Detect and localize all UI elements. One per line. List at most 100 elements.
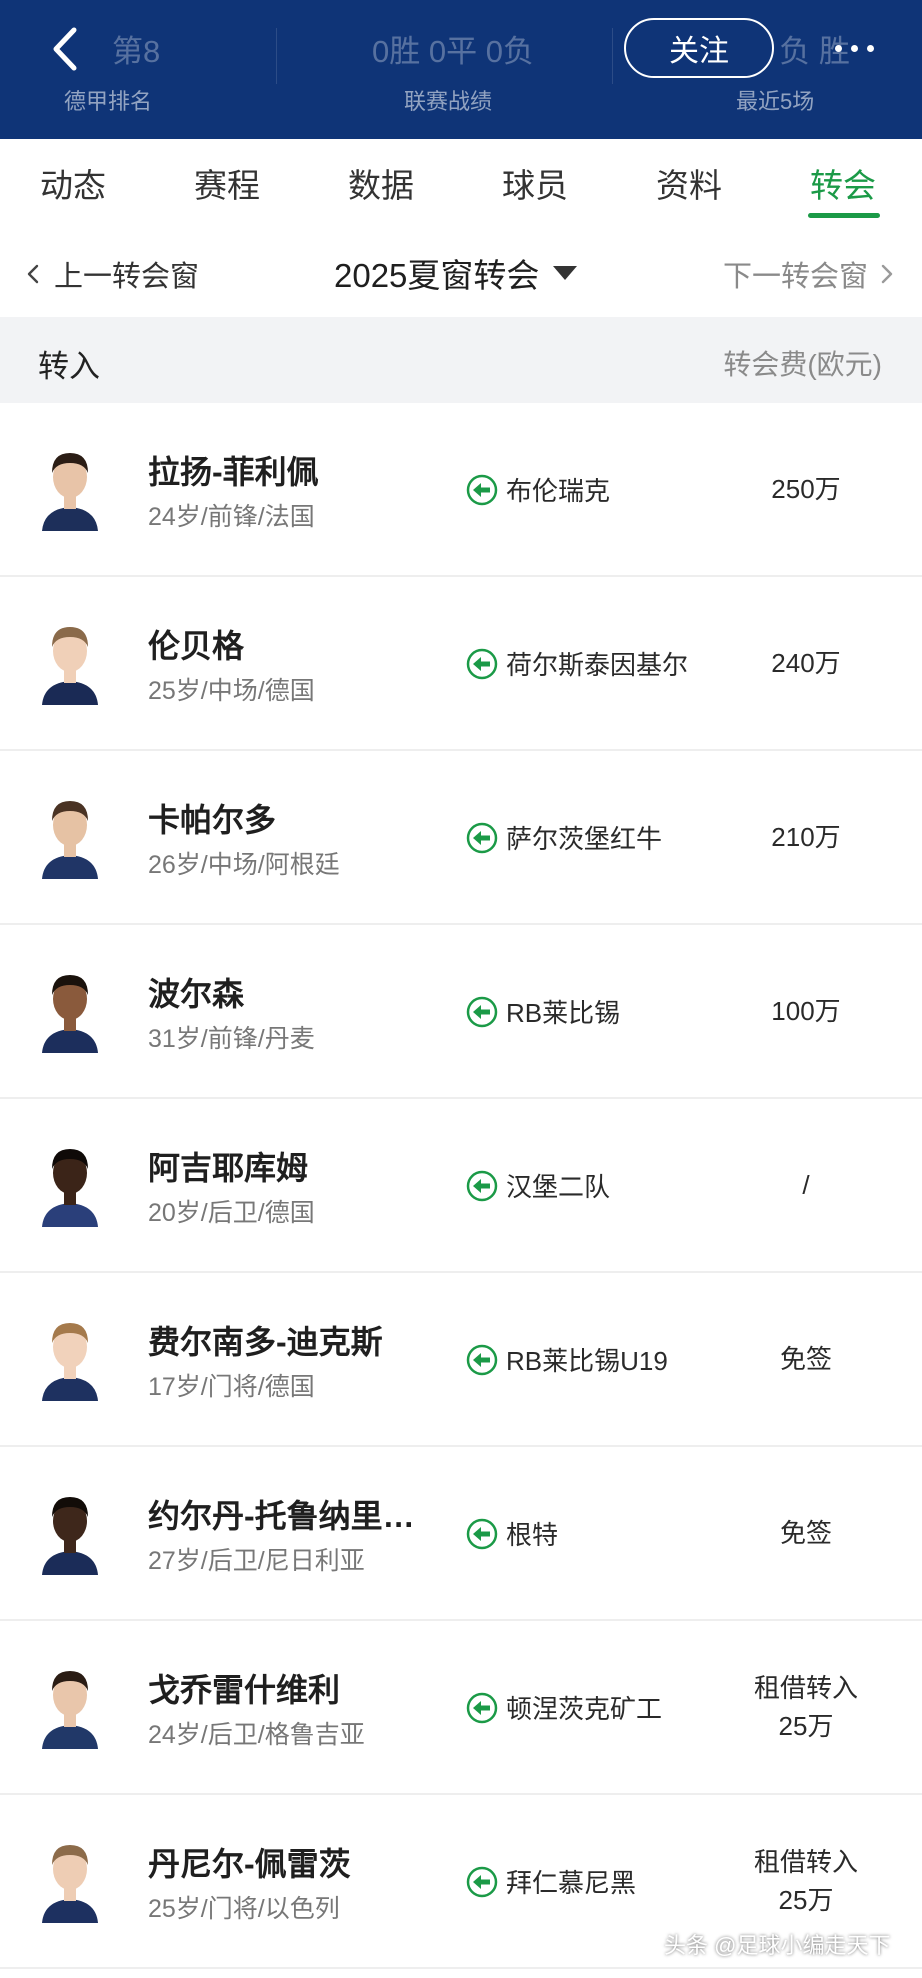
fee-text: 250万 <box>771 474 841 504</box>
transfer-row[interactable]: 阿吉耶库姆 20岁/后卫/德国 汉堡二队 / <box>0 1099 922 1273</box>
follow-button[interactable]: 关注 <box>624 18 774 78</box>
current-window-label: 2025夏窗转会 <box>334 257 540 294</box>
player-name: 波尔森 <box>148 976 245 1012</box>
from-club: RB莱比锡 <box>466 993 620 1030</box>
from-club-name: RB莱比锡U19 <box>506 1346 668 1376</box>
from-club-name: 萨尔茨堡红牛 <box>506 824 663 854</box>
active-tab-indicator <box>808 213 880 218</box>
player-name: 约尔丹-托鲁纳里… <box>148 1498 415 1534</box>
tab-stats[interactable]: 数据 <box>348 159 414 207</box>
player-avatar <box>38 1139 102 1227</box>
player-name: 拉扬-菲利佩 <box>148 454 319 490</box>
header-divider <box>276 28 277 84</box>
from-club: 荷尔斯泰因基尔 <box>466 645 688 682</box>
from-club: 拜仁慕尼黑 <box>466 1863 636 1900</box>
fee-text: 210万 <box>771 822 841 852</box>
player-avatar <box>38 617 102 705</box>
player-photo-icon <box>42 975 98 1053</box>
tab-players[interactable]: 球员 <box>502 159 568 207</box>
transfer-row[interactable]: 波尔森 31岁/前锋/丹麦 RB莱比锡 100万 <box>0 925 922 1099</box>
tab-info[interactable]: 资料 <box>656 159 722 207</box>
fee-text: 租借转入 <box>753 1847 858 1877</box>
transfer-in-arrow-icon <box>466 1170 498 1201</box>
fee-text: 240万 <box>771 648 841 678</box>
transfer-row[interactable]: 卡帕尔多 26岁/中场/阿根廷 萨尔茨堡红牛 210万 <box>0 751 922 925</box>
transfer-list: 拉扬-菲利佩 24岁/前锋/法国 布伦瑞克 250万 伦贝格 25岁/中场/德国 荷尔斯泰因… <box>0 403 922 1969</box>
transfer-in-arrow-icon <box>466 1866 498 1897</box>
player-details: 27岁/后卫/尼日利亚 <box>148 1547 365 1575</box>
transfer-in-arrow-icon <box>466 996 498 1027</box>
fee-text: / <box>802 1170 810 1200</box>
tab-schedule[interactable]: 赛程 <box>194 159 260 207</box>
transfer-fee: 租借转入 25万 <box>726 1621 886 1793</box>
from-club: 萨尔茨堡红牛 <box>466 819 662 856</box>
transfer-fee: 100万 <box>726 925 886 1097</box>
player-name: 阿吉耶库姆 <box>148 1150 309 1186</box>
player-details: 31岁/前锋/丹麦 <box>148 1025 315 1053</box>
player-details: 20岁/后卫/德国 <box>148 1199 315 1227</box>
transfer-in-arrow-icon <box>466 1344 498 1375</box>
player-avatar <box>38 1487 102 1575</box>
fee-text: 25万 <box>778 1711 834 1741</box>
chevron-left-icon <box>53 27 77 71</box>
from-club-name: 汉堡二队 <box>506 1172 611 1202</box>
player-details: 24岁/后卫/格鲁吉亚 <box>148 1721 365 1749</box>
transfer-fee: 210万 <box>726 751 886 923</box>
next-window-label: 下一转会窗 <box>722 261 868 293</box>
player-photo-icon <box>42 1149 98 1227</box>
league-rank-value: 第8 <box>112 34 161 69</box>
transfer-row[interactable]: 伦贝格 25岁/中场/德国 荷尔斯泰因基尔 240万 <box>0 577 922 751</box>
league-record-value: 0胜 0平 0负 <box>372 34 534 69</box>
tab-news[interactable]: 动态 <box>40 159 106 207</box>
transfer-row[interactable]: 费尔南多-迪克斯 17岁/门将/德国 RB莱比锡U19 免签 <box>0 1273 922 1447</box>
player-name: 丹尼尔-佩雷茨 <box>148 1846 351 1882</box>
transfer-row[interactable]: 戈乔雷什维利 24岁/后卫/格鲁吉亚 顿涅茨克矿工 租借转入 25万 <box>0 1621 922 1795</box>
player-avatar <box>38 791 102 879</box>
caret-down-icon <box>553 266 578 280</box>
transfer-in-arrow-icon <box>466 822 498 853</box>
from-club-name: 拜仁慕尼黑 <box>506 1868 637 1898</box>
chevron-left-icon <box>27 264 39 284</box>
player-avatar <box>38 965 102 1053</box>
transfer-row[interactable]: 拉扬-菲利佩 24岁/前锋/法国 布伦瑞克 250万 <box>0 403 922 577</box>
transfer-row[interactable]: 约尔丹-托鲁纳里… 27岁/后卫/尼日利亚 根特 免签 <box>0 1447 922 1621</box>
from-club: RB莱比锡U19 <box>466 1341 668 1378</box>
player-details: 25岁/中场/德国 <box>148 677 315 705</box>
back-button[interactable] <box>44 22 84 76</box>
player-photo-icon <box>42 801 98 879</box>
prev-window-button[interactable]: 上一转会窗 <box>26 253 199 295</box>
player-details: 24岁/前锋/法国 <box>148 503 315 531</box>
transfer-fee: 免签 <box>726 1273 886 1445</box>
tab-transfers[interactable]: 转会 <box>810 159 876 207</box>
player-details: 26岁/中场/阿根廷 <box>148 851 340 879</box>
transfer-in-arrow-icon <box>466 474 498 505</box>
player-name: 伦贝格 <box>148 628 245 664</box>
player-avatar <box>38 1835 102 1923</box>
fee-text: 100万 <box>771 996 841 1026</box>
from-club-name: 顿涅茨克矿工 <box>506 1694 663 1724</box>
from-club-name: 荷尔斯泰因基尔 <box>506 650 689 680</box>
league-record-label: 联赛战绩 <box>404 89 493 114</box>
prev-window-label: 上一转会窗 <box>54 261 200 293</box>
from-club: 汉堡二队 <box>466 1167 610 1204</box>
player-photo-icon <box>42 1671 98 1749</box>
tab-bar: 动态 赛程 数据 球员 资料 转会 <box>0 139 922 225</box>
transfer-in-arrow-icon <box>466 1692 498 1723</box>
player-photo-icon <box>42 627 98 705</box>
player-avatar <box>38 443 102 531</box>
player-avatar <box>38 1313 102 1401</box>
from-club: 根特 <box>466 1515 558 1552</box>
player-photo-icon <box>42 453 98 531</box>
league-rank-label: 德甲排名 <box>64 89 153 114</box>
from-club: 顿涅茨克矿工 <box>466 1689 662 1726</box>
more-options-icon[interactable] <box>814 26 894 70</box>
player-photo-icon <box>42 1845 98 1923</box>
fee-text: 25万 <box>778 1885 834 1915</box>
next-window-button[interactable]: 下一转会窗 <box>723 253 894 295</box>
player-details: 25岁/门将/以色列 <box>148 1895 340 1923</box>
transfer-fee: / <box>726 1099 886 1271</box>
player-photo-icon <box>42 1323 98 1401</box>
fee-text: 免签 <box>779 1344 832 1374</box>
recent-form-label: 最近5场 <box>736 89 815 114</box>
window-dropdown[interactable]: 2025夏窗转会 <box>334 249 578 297</box>
